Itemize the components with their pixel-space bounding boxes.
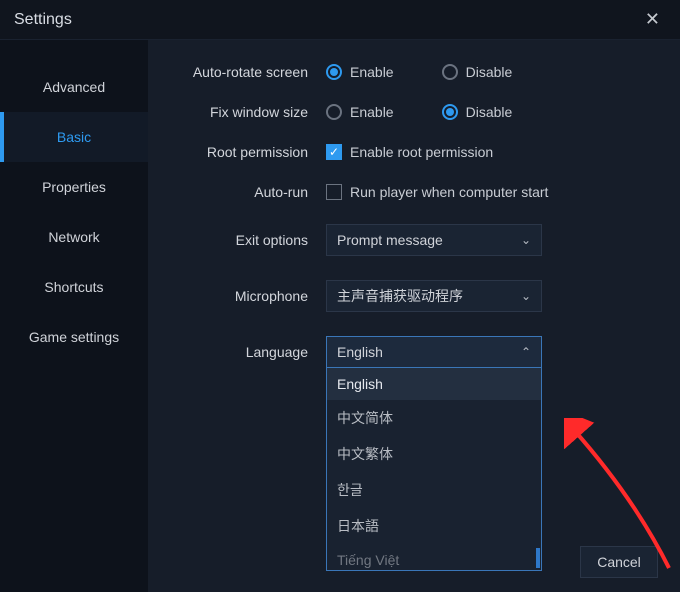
radio-circle-icon	[442, 104, 458, 120]
select-microphone[interactable]: 主声音捕获驱动程序 ⌄	[326, 280, 542, 312]
radio-circle-icon	[326, 64, 342, 80]
window-title: Settings	[14, 11, 72, 29]
titlebar: Settings ✕	[0, 0, 680, 40]
dropdown-item[interactable]: 한글	[327, 472, 541, 508]
radio-circle-icon	[442, 64, 458, 80]
radio-circle-icon	[326, 104, 342, 120]
row-label: Auto-rotate screen	[148, 64, 308, 80]
radio-disable[interactable]: Disable	[442, 64, 513, 80]
radio-group-fix-window: Enable Disable	[326, 104, 512, 120]
checkbox-box-icon	[326, 184, 342, 200]
select-language[interactable]: English ⌃	[326, 336, 542, 368]
sidebar-item-shortcuts[interactable]: Shortcuts	[0, 262, 148, 312]
radio-disable[interactable]: Disable	[442, 104, 513, 120]
row-label: Root permission	[148, 144, 308, 160]
sidebar-item-properties[interactable]: Properties	[0, 162, 148, 212]
button-label: Cancel	[597, 554, 641, 570]
select-value: 主声音捕获驱动程序	[337, 286, 463, 306]
sidebar-item-game-settings[interactable]: Game settings	[0, 312, 148, 362]
checkbox-root-permission[interactable]: Enable root permission	[326, 144, 493, 160]
radio-label: Disable	[466, 64, 513, 80]
sidebar-item-label: Network	[48, 229, 99, 245]
select-value: English	[337, 344, 383, 360]
chevron-down-icon: ⌄	[521, 289, 531, 303]
chevron-up-icon: ⌃	[521, 345, 531, 359]
sidebar-item-label: Basic	[57, 129, 91, 145]
sidebar-item-advanced[interactable]: Advanced	[0, 62, 148, 112]
body: Advanced Basic Properties Network Shortc…	[0, 40, 680, 592]
row-label: Exit options	[148, 232, 308, 248]
dropdown-item[interactable]: Tiếng Việt	[327, 544, 541, 570]
radio-enable[interactable]: Enable	[326, 104, 394, 120]
sidebar-item-label: Shortcuts	[44, 279, 103, 295]
checkbox-box-icon	[326, 144, 342, 160]
radio-label: Disable	[466, 104, 513, 120]
sidebar-item-label: Game settings	[29, 329, 119, 345]
dropdown-language: English 中文简体 中文繁体 한글 日本語 Tiếng Việt	[326, 368, 542, 571]
dropdown-item[interactable]: English	[327, 368, 541, 400]
sidebar: Advanced Basic Properties Network Shortc…	[0, 40, 148, 592]
row-label: Auto-run	[148, 184, 308, 200]
footer: Cancel	[580, 546, 658, 578]
radio-label: Enable	[350, 104, 394, 120]
row-label: Language	[148, 344, 308, 360]
row-exit-options: Exit options Prompt message ⌄	[148, 224, 658, 256]
checkbox-label: Enable root permission	[350, 144, 493, 160]
select-exit-options[interactable]: Prompt message ⌄	[326, 224, 542, 256]
row-label: Fix window size	[148, 104, 308, 120]
close-icon[interactable]: ✕	[639, 3, 666, 36]
row-root-permission: Root permission Enable root permission	[148, 144, 658, 160]
cancel-button[interactable]: Cancel	[580, 546, 658, 578]
checkbox-auto-run[interactable]: Run player when computer start	[326, 184, 548, 200]
checkbox-label: Run player when computer start	[350, 184, 548, 200]
row-auto-run: Auto-run Run player when computer start	[148, 184, 658, 200]
sidebar-item-label: Properties	[42, 179, 106, 195]
radio-enable[interactable]: Enable	[326, 64, 394, 80]
sidebar-item-network[interactable]: Network	[0, 212, 148, 262]
content-panel: Auto-rotate screen Enable Disable Fix wi…	[148, 40, 680, 592]
dropdown-item[interactable]: 中文繁体	[327, 436, 541, 472]
row-microphone: Microphone 主声音捕获驱动程序 ⌄	[148, 280, 658, 312]
dropdown-item[interactable]: 日本語	[327, 508, 541, 544]
sidebar-item-basic[interactable]: Basic	[0, 112, 148, 162]
radio-label: Enable	[350, 64, 394, 80]
sidebar-item-label: Advanced	[43, 79, 105, 95]
row-label: Microphone	[148, 288, 308, 304]
row-language: Language English ⌃ English 中文简体 中文繁体 한글 …	[148, 336, 658, 368]
dropdown-item[interactable]: 中文简体	[327, 400, 541, 436]
chevron-down-icon: ⌄	[521, 233, 531, 247]
radio-group-auto-rotate: Enable Disable	[326, 64, 512, 80]
row-auto-rotate: Auto-rotate screen Enable Disable	[148, 64, 658, 80]
select-value: Prompt message	[337, 232, 443, 248]
row-fix-window: Fix window size Enable Disable	[148, 104, 658, 120]
